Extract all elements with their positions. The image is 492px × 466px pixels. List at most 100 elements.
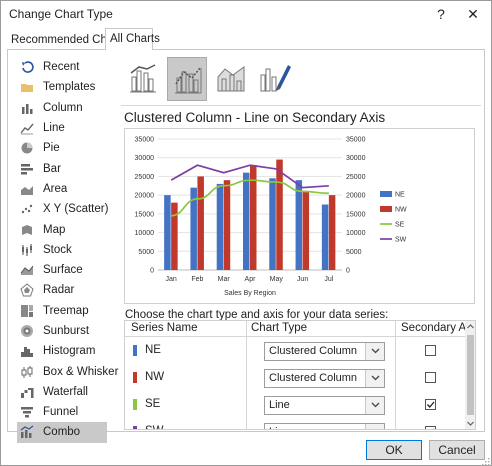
chart-type-dropdown[interactable]: Line <box>264 423 385 429</box>
scroll-down-arrow-icon[interactable] <box>465 418 475 429</box>
subtype-gallery <box>123 57 483 105</box>
sidebar-item-label: Map <box>43 223 66 236</box>
chart-type-value: Clustered Column <box>269 345 358 357</box>
header-series-name: Series Name <box>131 322 198 334</box>
change-chart-type-dialog: Change Chart Type ? ✕ Recommended Charts… <box>0 0 492 466</box>
help-button[interactable]: ? <box>431 3 451 25</box>
chevron-down-icon[interactable] <box>365 370 384 387</box>
sidebar-item-box-whisker[interactable]: Box & Whisker <box>17 361 118 381</box>
chart-type-dropdown[interactable]: Clustered Column <box>264 369 385 388</box>
bar-ne <box>216 183 224 270</box>
chart-type-dropdown[interactable]: Clustered Column <box>264 342 385 361</box>
chart-category-list: Recent Templates Column Line Pie Bar Area X Y (… <box>17 57 118 443</box>
sidebar-item-stock[interactable]: Stock <box>17 240 107 260</box>
sidebar-item-radar[interactable]: Radar <box>17 280 107 300</box>
scroll-thumb[interactable] <box>467 335 474 415</box>
sidebar-item-map[interactable]: Map <box>17 219 107 239</box>
sidebar-item-column[interactable]: Column <box>17 98 107 118</box>
sidebar-item-histogram[interactable]: Histogram <box>17 341 107 361</box>
recent-icon <box>20 60 34 74</box>
sidebar-item-treemap[interactable]: Treemap <box>17 301 107 321</box>
waterfall-chart-icon <box>20 385 34 399</box>
header-divider <box>125 336 465 337</box>
sidebar-item-surface[interactable]: Surface <box>17 260 107 280</box>
bar-ne <box>243 172 250 270</box>
y-tick-label: 30000 <box>135 155 155 162</box>
series-scrollbar[interactable] <box>465 321 475 429</box>
stock-chart-icon <box>20 243 34 257</box>
x-tick-label: Jun <box>297 276 308 283</box>
scroll-up-arrow-icon[interactable] <box>465 321 475 332</box>
sidebar-item-recent[interactable]: Recent <box>17 57 107 77</box>
bar-nw <box>328 195 336 270</box>
chevron-down-icon[interactable] <box>365 424 384 429</box>
chevron-down-icon[interactable] <box>365 343 384 360</box>
line-chart-icon <box>20 121 34 135</box>
series-row: SE Line <box>125 392 465 418</box>
series-name: NW <box>145 371 165 383</box>
bar-nw <box>302 191 310 270</box>
custom-combination-icon[interactable] <box>255 57 295 101</box>
funnel-chart-icon <box>20 405 34 419</box>
secondary-axis-checkbox[interactable] <box>425 372 436 383</box>
pie-chart-icon <box>20 141 34 155</box>
sidebar-item-combo[interactable]: Combo <box>17 422 107 443</box>
sidebar-item-line[interactable]: Line <box>17 118 107 138</box>
combo-chart: 0 5000 10000 15000 20000 25000 30000 35000 0 5000… <box>135 137 408 298</box>
secondary-axis-checkbox[interactable] <box>425 399 436 410</box>
cancel-button[interactable]: Cancel <box>429 440 485 460</box>
resize-grip-icon[interactable] <box>481 455 490 466</box>
scatter-chart-icon <box>20 202 34 216</box>
y2-tick-label: 10000 <box>346 230 366 237</box>
column-chart-icon <box>20 101 34 115</box>
stacked-area-clustered-column-icon[interactable] <box>211 57 251 101</box>
x-tick-label: Jan <box>165 276 176 283</box>
chevron-down-icon[interactable] <box>365 397 384 414</box>
sidebar-item-pie[interactable]: Pie <box>17 138 107 158</box>
chart-type-value: Line <box>269 399 290 411</box>
secondary-axis-checkbox[interactable] <box>425 345 436 356</box>
sidebar-item-sunburst[interactable]: Sunburst <box>17 321 107 341</box>
y2-tick-label: 0 <box>346 268 350 275</box>
series-color-swatch <box>133 399 137 410</box>
y2-tick-label: 20000 <box>346 193 366 200</box>
legend-label: NE <box>395 192 405 199</box>
y2-tick-label: 25000 <box>346 174 366 181</box>
y-tick-label: 5000 <box>138 249 154 256</box>
clustered-column-line-icon[interactable] <box>123 57 163 101</box>
x-tick-label: Apr <box>245 276 257 283</box>
sidebar-item-label: Box & Whisker <box>43 365 119 378</box>
tab-all-charts[interactable]: All Charts <box>105 28 160 50</box>
gallery-divider <box>121 105 481 106</box>
close-button[interactable]: ✕ <box>462 3 484 25</box>
bar-ne <box>269 178 276 270</box>
y2-tick-label: 15000 <box>346 211 366 218</box>
legend-swatch-nw <box>380 206 392 212</box>
sidebar-item-templates[interactable]: Templates <box>17 77 107 97</box>
chart-type-dropdown[interactable]: Line <box>264 396 385 415</box>
treemap-chart-icon <box>20 304 34 318</box>
ok-button[interactable]: OK <box>366 440 422 460</box>
x-tick-label: Jul <box>324 276 333 283</box>
series-row: NW Clustered Column <box>125 365 465 391</box>
sidebar-item-label: Radar <box>43 284 75 297</box>
sunburst-chart-icon <box>20 324 34 338</box>
sidebar-item-label: Stock <box>43 243 72 256</box>
sidebar-item-funnel[interactable]: Funnel <box>17 402 107 422</box>
sidebar-item-area[interactable]: Area <box>17 179 107 199</box>
subtype-title: Clustered Column - Line on Secondary Axi… <box>124 110 386 125</box>
sidebar-item-label: Surface <box>43 264 83 277</box>
sidebar-item-bar[interactable]: Bar <box>17 158 107 178</box>
secondary-axis-checkbox[interactable] <box>425 426 436 429</box>
bar-nw <box>276 159 283 270</box>
sidebar-item-waterfall[interactable]: Waterfall <box>17 382 107 402</box>
legend-swatch-ne <box>380 191 392 197</box>
clustered-column-line-secondary-axis-icon[interactable] <box>167 57 207 101</box>
chart-type-value: Clustered Column <box>269 372 358 384</box>
sidebar-item-label: Line <box>43 122 65 135</box>
area-chart-icon <box>20 182 34 196</box>
sidebar-item-label: Templates <box>43 81 96 94</box>
legend-label: SW <box>395 237 407 244</box>
sidebar-item-x-y-scatter[interactable]: X Y (Scatter) <box>17 199 108 219</box>
tab-recommended-charts[interactable]: Recommended Charts <box>7 30 126 50</box>
